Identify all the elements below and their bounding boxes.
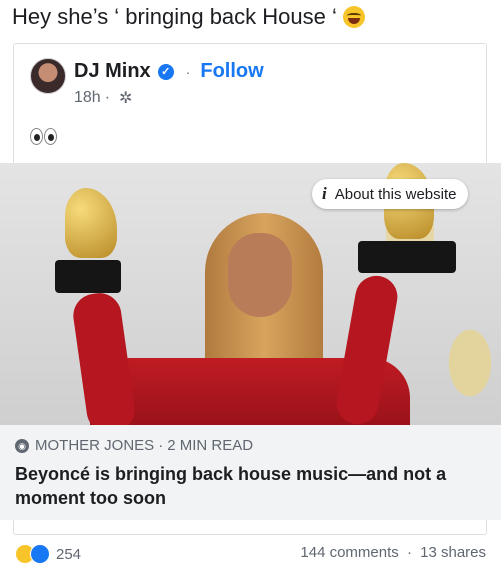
eyes-emoji-icon xyxy=(30,128,57,145)
globe-icon: ◉ xyxy=(15,438,29,453)
author-line: DJ Minx ✓ · Follow xyxy=(74,60,264,83)
comments-count[interactable]: 144 comments xyxy=(300,544,398,561)
laughing-tears-emoji-icon xyxy=(342,6,365,28)
reactions-summary[interactable]: 254 xyxy=(15,544,81,564)
link-source-line: ◉ MOTHER JONES · 2 MIN READ xyxy=(15,437,253,454)
author-separator: · xyxy=(185,63,191,80)
shares-count[interactable]: 13 shares xyxy=(420,544,486,561)
engagement-separator: · xyxy=(406,544,412,561)
verified-badge-icon: ✓ xyxy=(157,63,174,80)
time-separator: · xyxy=(104,89,111,106)
author-avatar[interactable] xyxy=(30,58,66,94)
engagement-summary: 144 comments · 13 shares xyxy=(300,544,486,561)
post-timestamp-line: 18h · ✲ xyxy=(74,88,132,108)
link-preview-image[interactable]: i About this website xyxy=(0,163,501,425)
author-name[interactable]: DJ Minx xyxy=(74,60,151,83)
about-label: About this website xyxy=(334,185,457,203)
about-this-website-button[interactable]: i About this website xyxy=(312,179,469,209)
link-preview-meta[interactable]: ◉ MOTHER JONES · 2 MIN READ Beyoncé is b… xyxy=(0,425,501,520)
info-icon: i xyxy=(322,184,327,203)
link-source: MOTHER JONES xyxy=(35,437,155,454)
link-headline[interactable]: Beyoncé is bringing back house music—and… xyxy=(15,462,480,510)
source-separator: · xyxy=(158,437,164,454)
post-footer: 254 144 comments · 13 shares xyxy=(0,538,501,564)
caption-text: Hey she’s ‘ bringing back House ‘ xyxy=(12,4,337,29)
follow-button[interactable]: Follow xyxy=(200,60,263,83)
like-reaction-icon xyxy=(30,544,50,564)
gear-icon: ✲ xyxy=(119,90,133,107)
grammy-trophy-left xyxy=(55,188,121,293)
post-time[interactable]: 18h xyxy=(74,89,101,107)
post-caption: Hey she’s ‘ bringing back House ‘ xyxy=(12,4,365,30)
link-read-time: 2 MIN READ xyxy=(167,437,254,454)
